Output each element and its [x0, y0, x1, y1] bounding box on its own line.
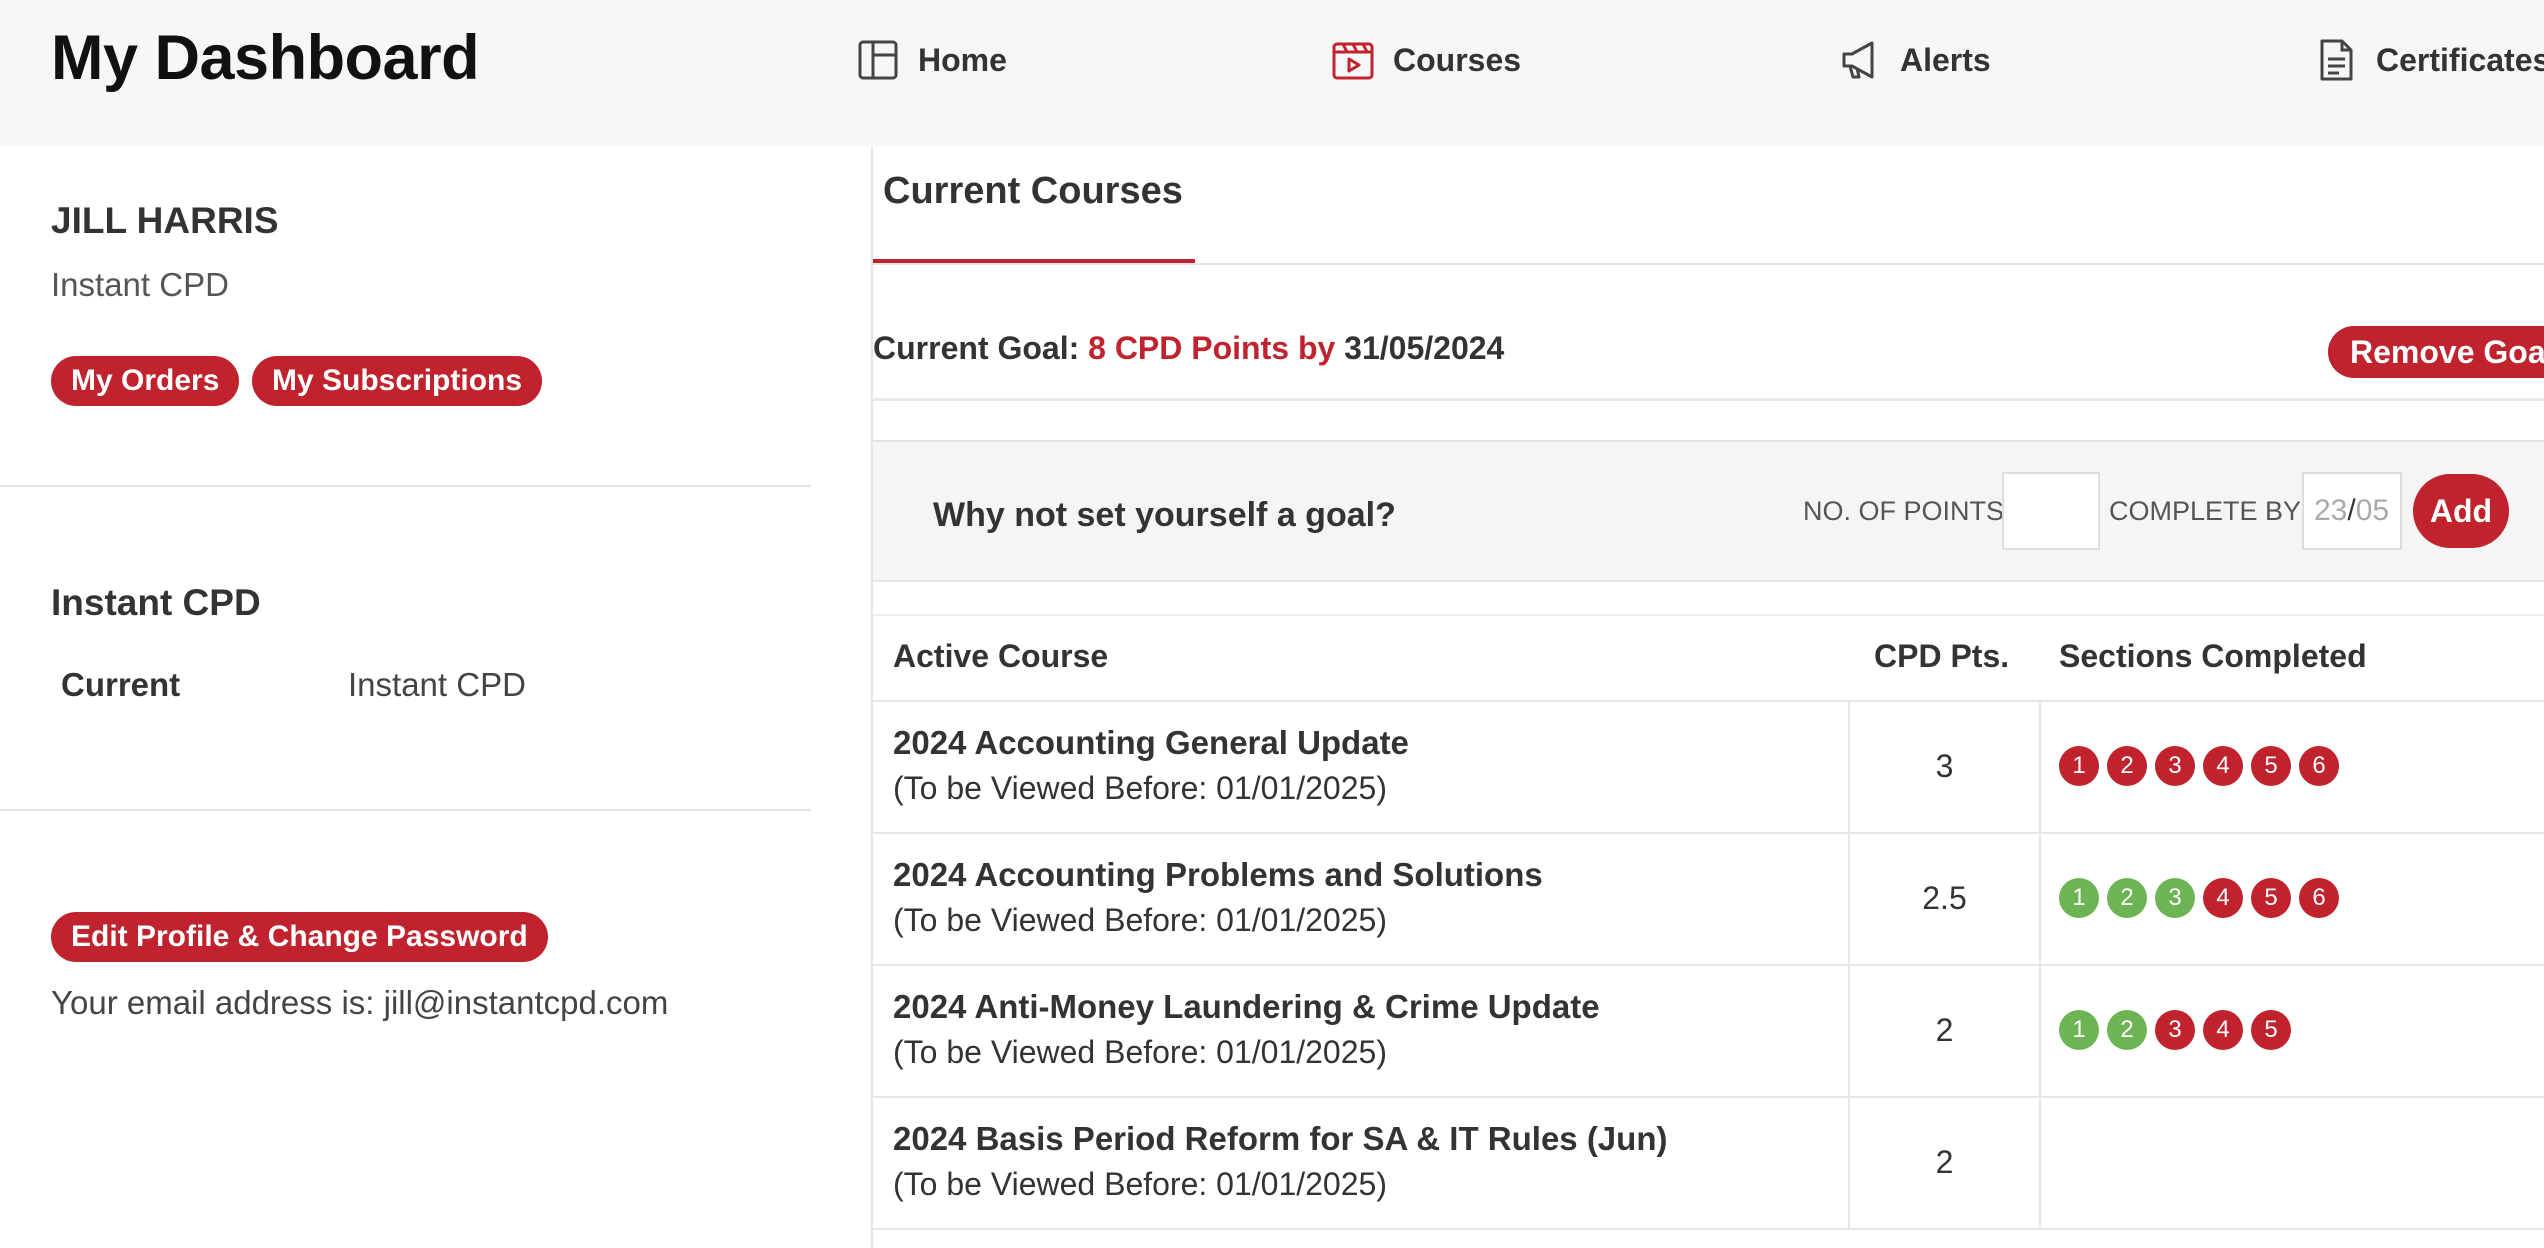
- course-deadline: (To be Viewed Before: 01/01/2025): [893, 1166, 1387, 1202]
- goal-points: 8 CPD Points by: [1088, 330, 1336, 366]
- email-address-text: Your email address is: jill@instantcpd.c…: [51, 984, 669, 1021]
- course-cpd-points: 2.5: [1922, 880, 1967, 916]
- column-header-course: Active Course: [893, 638, 1109, 674]
- courses-icon: [1332, 42, 1374, 80]
- course-name[interactable]: 2024 Accounting Problems and Solutions: [893, 856, 1543, 894]
- section-pending-badge[interactable]: 5: [2251, 878, 2291, 918]
- complete-by-date-input[interactable]: 23/05: [2302, 472, 2402, 550]
- table-row[interactable]: 2024 Basis Period Reform for SA & IT Rul…: [873, 1098, 2544, 1230]
- document-icon: [2320, 39, 2353, 81]
- section-pending-badge[interactable]: 4: [2203, 1010, 2243, 1050]
- section-pending-badge[interactable]: 3: [2155, 746, 2195, 786]
- divider: [0, 809, 811, 811]
- section-completed-badge[interactable]: 1: [2059, 878, 2099, 918]
- add-goal-button[interactable]: Add: [2413, 474, 2509, 548]
- column-separator: [2039, 1098, 2041, 1228]
- tab-current-courses[interactable]: Current Courses: [883, 170, 1183, 213]
- course-deadline: (To be Viewed Before: 01/01/2025): [893, 770, 1387, 806]
- current-goal-text: Current Goal: 8 CPD Points by 31/05/2024: [873, 330, 1504, 367]
- table-row[interactable]: 2024 Anti-Money Laundering & Crime Updat…: [873, 966, 2544, 1098]
- edit-profile-button[interactable]: Edit Profile & Change Password: [51, 912, 548, 962]
- date-separator: /: [2347, 494, 2356, 527]
- organisation-heading: Instant CPD: [51, 582, 261, 623]
- section-pending-badge[interactable]: 5: [2251, 1010, 2291, 1050]
- divider: [0, 485, 811, 487]
- section-progress: 12345: [2059, 1010, 2291, 1050]
- section-pending-badge[interactable]: 4: [2203, 878, 2243, 918]
- table-row[interactable]: 2024 Accounting Problems and Solutions (T…: [873, 834, 2544, 966]
- user-name: JILL HARRIS: [51, 200, 279, 241]
- user-organisation: Instant CPD: [51, 266, 229, 303]
- date-month: 05: [2355, 494, 2390, 527]
- table-header-top-line: [873, 614, 2544, 616]
- page-title: My Dashboard: [51, 23, 480, 93]
- column-separator: [2039, 834, 2041, 964]
- nav-certificates-label: Certificates: [2376, 41, 2544, 78]
- nav-home[interactable]: Home: [856, 36, 1007, 84]
- points-input[interactable]: [2002, 472, 2100, 550]
- goal-date: 31/05/2024: [1335, 330, 1505, 366]
- nav-home-label: Home: [918, 41, 1007, 78]
- date-day: 23: [2314, 494, 2348, 527]
- nav-courses-label: Courses: [1393, 41, 1522, 78]
- course-deadline: (To be Viewed Before: 01/01/2025): [893, 902, 1387, 938]
- section-progress: 123456: [2059, 746, 2339, 786]
- table-row[interactable]: 2024 Accounting General Update (To be Vie…: [873, 702, 2544, 834]
- organisation-current-value: Instant CPD: [348, 666, 526, 703]
- tab-bar-line: [873, 263, 2544, 265]
- nav-alerts-label: Alerts: [1900, 41, 1991, 78]
- course-name[interactable]: 2024 Basis Period Reform for SA & IT Rul…: [893, 1120, 1667, 1158]
- column-header-points: CPD Pts.: [1874, 638, 2010, 674]
- megaphone-icon: [1842, 41, 1874, 79]
- section-pending-badge[interactable]: 1: [2059, 746, 2099, 786]
- section-progress: 123456: [2059, 878, 2339, 918]
- top-bar: My Dashboard Home Courses Alerts Certifi…: [0, 0, 2544, 146]
- column-header-sections: Sections Completed: [2059, 638, 2367, 674]
- nav-alerts[interactable]: Alerts: [1838, 36, 1991, 84]
- section-completed-badge[interactable]: 1: [2059, 1010, 2099, 1050]
- points-label: NO. OF POINTS: [1803, 496, 2005, 526]
- goal-divider: [873, 398, 2544, 401]
- section-pending-badge[interactable]: 3: [2155, 1010, 2195, 1050]
- course-deadline: (To be Viewed Before: 01/01/2025): [893, 1034, 1387, 1070]
- goal-prefix: Current Goal:: [873, 330, 1089, 366]
- column-separator: [2039, 702, 2041, 832]
- course-cpd-points: 2: [1935, 1012, 1954, 1048]
- nav-courses[interactable]: Courses: [1331, 36, 1521, 84]
- course-cpd-points: 2: [1935, 1144, 1954, 1180]
- my-orders-button[interactable]: My Orders: [51, 356, 240, 406]
- section-pending-badge[interactable]: 2: [2107, 746, 2147, 786]
- column-separator: [2039, 966, 2041, 1096]
- nav-certificates[interactable]: Certificates: [2314, 36, 2544, 84]
- organisation-current-label: Current: [61, 666, 181, 703]
- section-pending-badge[interactable]: 6: [2299, 746, 2339, 786]
- section-pending-badge[interactable]: 4: [2203, 746, 2243, 786]
- section-completed-badge[interactable]: 2: [2107, 1010, 2147, 1050]
- section-pending-badge[interactable]: 6: [2299, 878, 2339, 918]
- section-pending-badge[interactable]: 5: [2251, 746, 2291, 786]
- my-subscriptions-button[interactable]: My Subscriptions: [252, 356, 543, 406]
- remove-goal-button[interactable]: Remove Goal: [2328, 326, 2544, 378]
- section-completed-badge[interactable]: 3: [2155, 878, 2195, 918]
- home-icon: [858, 40, 898, 80]
- course-cpd-points: 3: [1935, 748, 1954, 784]
- course-name[interactable]: 2024 Anti-Money Laundering & Crime Updat…: [893, 988, 1600, 1026]
- course-name[interactable]: 2024 Accounting General Update: [893, 724, 1409, 762]
- set-goal-question: Why not set yourself a goal?: [933, 496, 1396, 534]
- complete-by-label: COMPLETE BY:: [2109, 496, 2308, 526]
- section-completed-badge[interactable]: 2: [2107, 878, 2147, 918]
